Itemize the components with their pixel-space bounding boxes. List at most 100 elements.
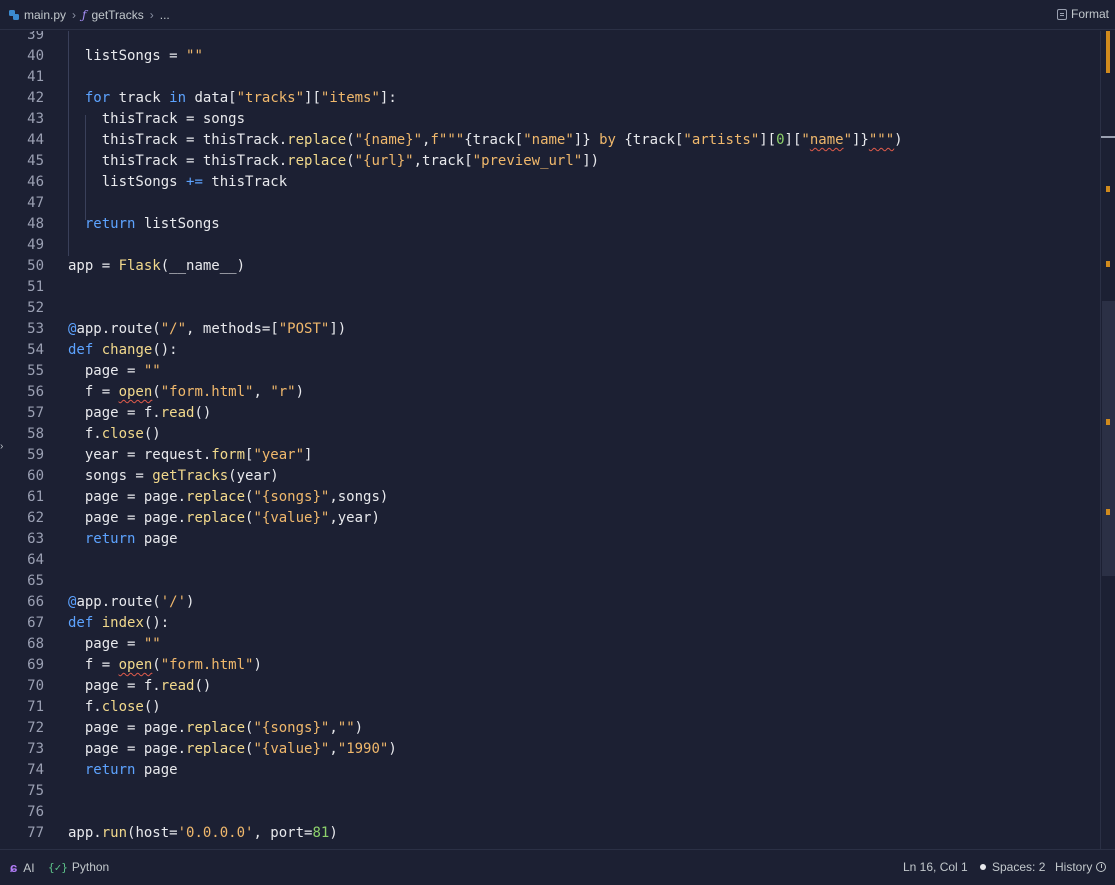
- breadcrumb-more[interactable]: ...: [160, 8, 170, 22]
- code-line[interactable]: 66 @app.route('/'): [0, 592, 194, 613]
- code-text: @app.route("/", methods=["POST"]): [68, 321, 346, 337]
- editor-header: main.py › ƒ getTracks › ... Format: [0, 0, 1115, 30]
- code-token: ): [186, 594, 195, 610]
- code-token: "year": [253, 447, 305, 463]
- code-line[interactable]: 74 return page: [0, 760, 177, 781]
- code-line[interactable]: 55 page = "": [0, 361, 161, 382]
- line-number: 51: [27, 279, 44, 295]
- code-token: page = f.: [68, 678, 161, 694]
- code-line[interactable]: 58 f.close(): [0, 424, 161, 445]
- code-token: ): [388, 741, 397, 757]
- code-line[interactable]: 49: [0, 235, 68, 256]
- vertical-scrollbar[interactable]: [1100, 31, 1115, 849]
- ai-button[interactable]: ɕ AI: [10, 860, 35, 875]
- code-token: app.route(: [76, 321, 161, 337]
- code-line[interactable]: 51: [0, 277, 68, 298]
- indentation-button[interactable]: Spaces: 2: [980, 860, 1045, 874]
- code-line[interactable]: 44 thisTrack = thisTrack.replace("{name}…: [0, 130, 903, 151]
- code-line[interactable]: 53 @app.route("/", methods=["POST"]): [0, 319, 346, 340]
- code-token: thisTrack = thisTrack.: [68, 153, 288, 169]
- scrollbar-thumb[interactable]: [1102, 301, 1115, 576]
- format-button[interactable]: Format: [1056, 7, 1109, 21]
- code-token: open: [118, 384, 153, 400]
- code-line[interactable]: 60 songs = getTracks(year): [0, 466, 279, 487]
- code-token: "{value}": [253, 510, 330, 526]
- code-text: thisTrack = thisTrack.replace("{name}",f…: [68, 132, 903, 148]
- code-line[interactable]: 70 page = f.read(): [0, 676, 211, 697]
- chevron-right-icon: ›: [149, 7, 154, 22]
- code-line[interactable]: 45 thisTrack = thisTrack.replace("{url}"…: [0, 151, 599, 172]
- code-token: ]): [329, 321, 347, 337]
- code-token: "{songs}": [253, 720, 330, 736]
- line-number: 60: [27, 468, 44, 484]
- code-token: (year): [228, 468, 279, 484]
- code-token: track: [110, 90, 170, 106]
- line-number: 50: [27, 258, 44, 274]
- code-token: f.: [68, 699, 102, 715]
- code-line[interactable]: 64: [0, 550, 68, 571]
- cursor-position[interactable]: Ln 16, Col 1: [903, 860, 968, 874]
- code-editor[interactable]: › 39 40 listSongs = "" 41 42 for track in d…: [0, 31, 1100, 849]
- code-token: read: [160, 405, 195, 421]
- code-token: read: [160, 678, 195, 694]
- language-button[interactable]: {✓} Python: [48, 860, 109, 874]
- code-line[interactable]: 42 for track in data["tracks"]["items"]:: [0, 88, 397, 109]
- code-line[interactable]: 46 listSongs += thisTrack: [0, 172, 287, 193]
- code-line[interactable]: 54 def change():: [0, 340, 177, 361]
- code-line[interactable]: 48 return listSongs: [0, 214, 220, 235]
- history-label: History: [1055, 860, 1093, 874]
- code-token: ]:: [379, 90, 397, 106]
- code-token: page = page.: [68, 741, 187, 757]
- code-line[interactable]: 61 page = page.replace("{songs}",songs): [0, 487, 388, 508]
- code-line[interactable]: 71 f.close(): [0, 697, 161, 718]
- line-number: 46: [27, 174, 44, 190]
- code-line[interactable]: 47: [0, 193, 68, 214]
- code-token: "/": [160, 321, 187, 337]
- code-line[interactable]: 67 def index():: [0, 613, 169, 634]
- breadcrumb-function[interactable]: getTracks: [91, 8, 143, 22]
- code-line[interactable]: 63 return page: [0, 529, 177, 550]
- code-line[interactable]: 59 year = request.form["year"]: [0, 445, 312, 466]
- code-token: "{url}": [354, 153, 414, 169]
- code-line[interactable]: 73 page = page.replace("{value}","1990"): [0, 739, 397, 760]
- line-number: 40: [27, 48, 44, 64]
- python-file-icon: [9, 9, 19, 20]
- code-token: (: [152, 384, 161, 400]
- line-number: 48: [27, 216, 44, 232]
- history-button[interactable]: History: [1055, 860, 1107, 874]
- code-line[interactable]: 43 thisTrack = songs: [0, 109, 245, 130]
- code-line[interactable]: 56 f = open("form.html", "r"): [0, 382, 304, 403]
- code-token: "items": [320, 90, 380, 106]
- code-token: "artists": [683, 132, 760, 148]
- line-number: 59: [27, 447, 44, 463]
- code-token: replace: [186, 510, 246, 526]
- code-token: "tracks": [236, 90, 305, 106]
- code-line[interactable]: 76: [0, 802, 68, 823]
- code-line[interactable]: 41: [0, 67, 68, 88]
- code-token: replace: [186, 741, 246, 757]
- code-token: def: [68, 342, 94, 358]
- code-text: page = page.replace("{value}",year): [68, 510, 380, 526]
- code-line[interactable]: 75: [0, 781, 68, 802]
- code-token: ): [894, 132, 903, 148]
- code-token: change: [101, 342, 153, 358]
- breadcrumb-file[interactable]: main.py: [24, 8, 66, 22]
- code-line[interactable]: 65: [0, 571, 68, 592]
- line-number: 42: [27, 90, 44, 106]
- code-text: page = "": [68, 636, 161, 652]
- code-line[interactable]: 39: [0, 31, 68, 46]
- code-line[interactable]: 77 app.run(host='0.0.0.0', port=81): [0, 823, 338, 844]
- code-token: thisTrack = songs: [68, 111, 246, 127]
- code-line[interactable]: 72 page = page.replace("{songs}",""): [0, 718, 363, 739]
- code-line[interactable]: 68 page = "": [0, 634, 161, 655]
- code-line[interactable]: 40 listSongs = "": [0, 46, 203, 67]
- code-line[interactable]: 52: [0, 298, 68, 319]
- code-line[interactable]: 50 app = Flask(__name__): [0, 256, 245, 277]
- code-line[interactable]: 69 f = open("form.html"): [0, 655, 262, 676]
- code-token: (): [194, 678, 212, 694]
- line-number: 71: [27, 699, 44, 715]
- code-line[interactable]: 62 page = page.replace("{value}",year): [0, 508, 380, 529]
- code-line[interactable]: 57 page = f.read(): [0, 403, 211, 424]
